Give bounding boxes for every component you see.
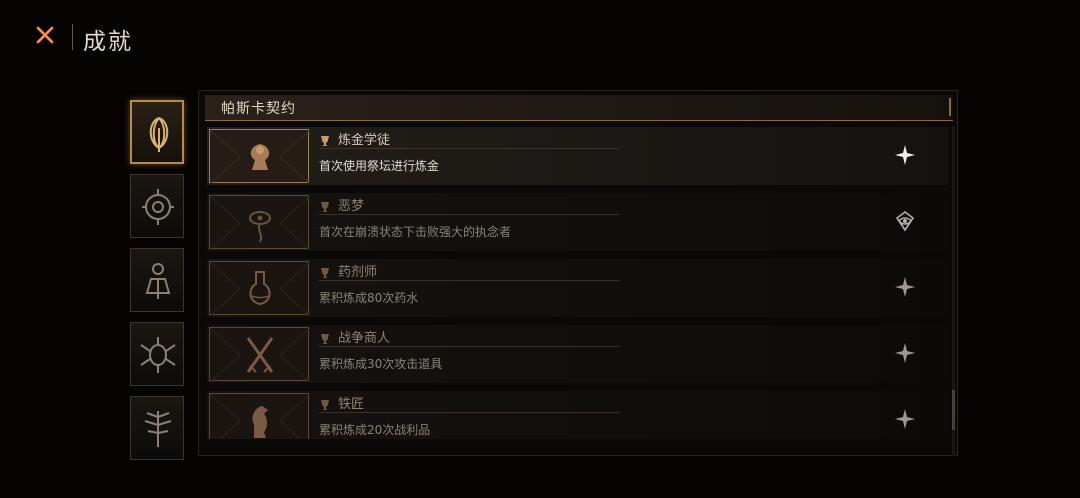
- achievement-name: 炼金学徒: [338, 133, 391, 148]
- scrollbar-thumb[interactable]: [952, 390, 955, 430]
- row-divider: [319, 280, 619, 281]
- close-button[interactable]: [32, 22, 58, 48]
- row-divider: [319, 346, 619, 347]
- trophy-icon: [319, 198, 333, 212]
- achievement-name: 恶梦: [338, 199, 365, 214]
- star-icon: [893, 143, 917, 167]
- row-divider: [319, 214, 619, 215]
- panel-title: 帕斯卡契约: [221, 101, 296, 117]
- category-tabs: [128, 98, 188, 464]
- achievement-image: [209, 129, 310, 184]
- eye-sigil-icon: [893, 209, 917, 233]
- pascal-crescent-icon: [149, 117, 169, 152]
- star-icon: [893, 275, 917, 299]
- row-divider: [319, 412, 619, 413]
- list-scrollbar[interactable]: [952, 126, 955, 456]
- achievement-row[interactable]: 铁匠 累积炼成20次战利品: [207, 391, 949, 439]
- winged-eye-icon: [140, 337, 176, 373]
- achievement-row[interactable]: 炼金学徒 首次使用祭坛进行炼金: [207, 127, 949, 185]
- achievement-image: [209, 261, 310, 316]
- panel-header: 帕斯卡契约: [205, 95, 953, 121]
- achievement-description: 首次使用祭坛进行炼金: [319, 159, 440, 173]
- achievement-name: 药剂师: [338, 265, 378, 280]
- achievement-description: 累积炼成80次药水: [319, 291, 419, 305]
- tab-category-4[interactable]: [130, 322, 184, 386]
- crossed-swords-icon: [210, 328, 310, 382]
- achievement-description: 首次在崩溃状态下击败强大的执念者: [319, 225, 512, 239]
- achievement-row[interactable]: 战争商人 累积炼成30次攻击道具: [207, 325, 949, 383]
- title-divider: [72, 24, 73, 50]
- tree-sigil-icon: [144, 411, 172, 447]
- star-icon: [893, 341, 917, 365]
- row-divider: [319, 148, 619, 149]
- achievement-row[interactable]: 恶梦 首次在崩溃状态下击败强大的执念者: [207, 193, 949, 251]
- flask-rune-icon: [145, 263, 171, 299]
- trophy-icon: [319, 264, 333, 278]
- altar-icon: [210, 130, 310, 184]
- tab-category-3[interactable]: [130, 248, 184, 312]
- nightmare-eye-icon: [210, 196, 310, 250]
- potion-icon: [210, 262, 310, 316]
- trophy-icon: [319, 396, 333, 410]
- achievement-description: 累积炼成20次战利品: [319, 423, 431, 437]
- achievement-image: [209, 195, 310, 250]
- tab-category-2[interactable]: [130, 174, 184, 238]
- tab-category-5[interactable]: [130, 396, 184, 460]
- achievement-panel: 帕斯卡契约 炼金学徒 首次使用祭坛进行炼金 恶梦 首次在崩溃状态下击败强大的执念…: [198, 90, 958, 456]
- achievement-name: 战争商人: [338, 331, 391, 346]
- tab-pascal-contract[interactable]: [130, 100, 184, 164]
- close-icon: [36, 26, 54, 44]
- forge-beast-icon: [210, 394, 310, 439]
- achievement-description: 累积炼成30次攻击道具: [319, 357, 443, 371]
- achievement-row[interactable]: 药剂师 累积炼成80次药水: [207, 259, 949, 317]
- achievement-image: [209, 393, 310, 439]
- page-title: 成就: [83, 29, 133, 55]
- achievement-image: [209, 327, 310, 382]
- top-bar: 成就: [0, 0, 1080, 76]
- compass-eye-icon: [142, 189, 174, 225]
- achievement-list[interactable]: 炼金学徒 首次使用祭坛进行炼金 恶梦 首次在崩溃状态下击败强大的执念者 药剂师 …: [207, 127, 949, 439]
- star-icon: [893, 407, 917, 431]
- achievement-name: 铁匠: [338, 397, 365, 412]
- trophy-icon: [319, 330, 333, 344]
- trophy-icon: [319, 132, 333, 146]
